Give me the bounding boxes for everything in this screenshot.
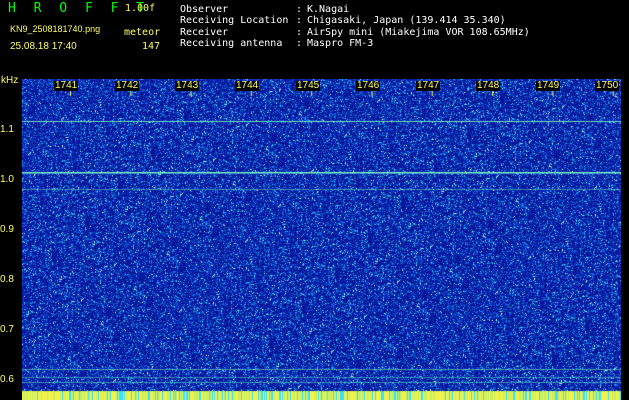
spectrogram-waterfall[interactable]	[22, 79, 621, 400]
y-tick-label: 0.7	[0, 324, 14, 335]
info-colon: :	[296, 38, 303, 49]
x-tick-label: 1747	[416, 80, 441, 91]
x-tick-label: 1741	[54, 80, 79, 91]
info-key-observer: Observer	[180, 4, 229, 15]
info-value-receiver: AirSpy mini (Miakejima VOR 108.65MHz)	[307, 27, 530, 38]
x-tick-label: 1746	[356, 80, 381, 91]
y-tick-label: 0.9	[0, 224, 14, 235]
y-tick-label: 0.6	[0, 374, 14, 385]
y-tick-label: 1.0	[0, 174, 14, 185]
info-key-antenna: Receiving antenna	[180, 38, 283, 49]
x-tick-label: 1750	[595, 80, 620, 91]
info-value-observer: K.Nagai	[307, 4, 350, 15]
info-value-location: Chigasaki, Japan (139.414 35.340)	[307, 15, 506, 26]
datetime-label: 25.08.18 17:40	[10, 41, 77, 52]
x-tick-label: 1743	[175, 80, 200, 91]
count-label: 147	[142, 41, 161, 52]
x-tick-label: 1748	[476, 80, 501, 91]
version-label: 1.00f	[125, 3, 156, 14]
filename-label: KN9_2508181740.png	[10, 24, 101, 34]
info-colon: :	[296, 4, 303, 15]
x-tick-label: 1744	[235, 80, 260, 91]
info-colon: :	[296, 15, 303, 26]
y-tick-label: 0.8	[0, 274, 14, 285]
x-tick-label: 1742	[115, 80, 140, 91]
info-colon: :	[296, 27, 303, 38]
x-tick-label: 1745	[296, 80, 321, 91]
y-axis-unit: kHz	[1, 75, 19, 86]
info-key-location: Receiving Location	[180, 15, 289, 26]
info-value-antenna: Maspro FM-3	[307, 38, 374, 49]
x-tick-label: 1749	[536, 80, 561, 91]
y-tick-label: 1.1	[0, 124, 14, 135]
mode-label: meteor	[124, 27, 161, 38]
info-key-receiver: Receiver	[180, 27, 229, 38]
